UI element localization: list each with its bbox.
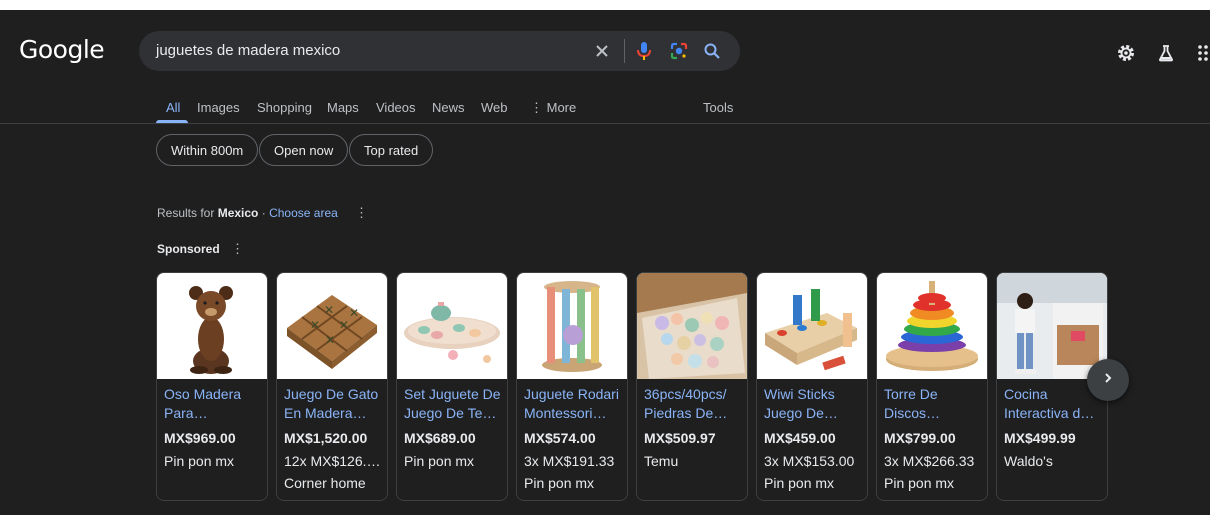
settings-icon[interactable] <box>1115 42 1137 64</box>
location-name: Mexico <box>217 206 259 220</box>
product-image-sticks[interactable] <box>757 273 867 379</box>
svg-text:✕: ✕ <box>349 306 359 320</box>
labs-icon[interactable] <box>1155 42 1177 64</box>
product-title[interactable]: Oso Madera Para… <box>164 385 264 423</box>
svg-text:✕: ✕ <box>324 303 334 317</box>
svg-text:✕: ✕ <box>310 318 320 332</box>
tab-maps[interactable]: Maps <box>327 100 359 115</box>
tools-button[interactable]: Tools <box>703 100 733 115</box>
product-price: MX$499.99 <box>1004 430 1076 446</box>
tab-web[interactable]: Web <box>481 100 508 115</box>
product-title[interactable]: Wiwi Sticks Juego De… <box>764 385 864 423</box>
product-title[interactable]: Torre De Discos… <box>884 385 984 423</box>
product-card[interactable]: Torre De Discos… MX$799.00 3x MX$266.33 P… <box>876 272 988 501</box>
location-menu-icon[interactable]: ⋮ <box>355 205 368 221</box>
tab-videos[interactable]: Videos <box>376 100 416 115</box>
product-card[interactable]: Oso Madera Para… MX$969.00 Pin pon mx <box>156 272 268 501</box>
product-price: MX$969.00 <box>164 430 236 446</box>
location-prefix: Results for <box>157 206 215 220</box>
product-title[interactable]: Juego De Gato En Madera… <box>284 385 384 423</box>
product-merchant: Pin pon mx <box>164 453 235 469</box>
chip-within-800m[interactable]: Within 800m <box>156 134 259 166</box>
mic-icon[interactable] <box>634 41 654 61</box>
chip-top-rated[interactable]: Top rated <box>349 134 434 166</box>
product-card[interactable]: Set Juguete De Juego De Te… MX$689.00 Pin… <box>396 272 508 501</box>
product-merchant: Pin pon mx <box>884 475 955 491</box>
product-card[interactable]: Juguete Rodari Montessori… MX$574.00 3x M… <box>516 272 628 501</box>
search-divider <box>624 39 625 63</box>
product-installments: 3x MX$266.33 <box>884 453 975 469</box>
product-price: MX$1,520.00 <box>284 430 368 446</box>
product-image-bear[interactable] <box>157 273 267 379</box>
product-merchant: Corner home <box>284 475 366 491</box>
product-merchant: Temu <box>644 453 679 469</box>
location-line: Results for Mexico · Choose area <box>157 206 338 220</box>
product-price: MX$459.00 <box>764 430 836 446</box>
tab-more[interactable]: ⋮ More <box>530 100 576 116</box>
apps-icon[interactable] <box>1193 42 1210 64</box>
tab-all[interactable]: All <box>166 100 180 115</box>
product-price: MX$574.00 <box>524 430 596 446</box>
product-image-stones[interactable] <box>637 273 747 379</box>
sponsored-menu-icon[interactable]: ⋮ <box>231 241 244 257</box>
carousel-next-button[interactable] <box>1087 359 1129 401</box>
product-installments: 12x MX$126.… <box>284 453 381 469</box>
sponsored-label: Sponsored <box>157 242 220 256</box>
product-merchant: Pin pon mx <box>524 475 595 491</box>
product-image-tea-set[interactable] <box>397 273 507 379</box>
chip-open-now[interactable]: Open now <box>259 134 349 166</box>
product-price: MX$689.00 <box>404 430 476 446</box>
search-icon[interactable] <box>702 41 722 61</box>
product-image-kitchen[interactable] <box>997 273 1107 379</box>
header-divider <box>0 123 1210 124</box>
tab-shopping[interactable]: Shopping <box>257 100 312 115</box>
product-merchant: Waldo's <box>1004 453 1053 469</box>
product-image-roller[interactable] <box>517 273 627 379</box>
product-price: MX$799.00 <box>884 430 956 446</box>
product-merchant: Pin pon mx <box>764 475 835 491</box>
product-card[interactable]: ✕ ✕ ✕ ✕ ✕ Juego De Gato En Madera… MX$1,5… <box>276 272 388 501</box>
product-price: MX$509.97 <box>644 430 716 446</box>
product-image-stacking-rings[interactable] <box>877 273 987 379</box>
lens-icon[interactable] <box>669 41 689 61</box>
product-installments: 3x MX$191.33 <box>524 453 615 469</box>
product-title[interactable]: Juguete Rodari Montessori… <box>524 385 624 423</box>
chevron-right-icon <box>1102 371 1114 389</box>
product-title[interactable]: 36pcs/40pcs/Piedras De… <box>644 385 744 423</box>
svg-text:✕: ✕ <box>339 318 349 332</box>
search-box[interactable]: juguetes de madera mexico <box>139 31 740 71</box>
svg-text:✕: ✕ <box>325 333 335 347</box>
tab-images[interactable]: Images <box>197 100 240 115</box>
clear-icon[interactable] <box>592 41 612 61</box>
results-page: Google juguetes de madera mexico All Ima… <box>0 10 1210 515</box>
product-image-tictactoe[interactable]: ✕ ✕ ✕ ✕ ✕ <box>277 273 387 379</box>
product-installments: 3x MX$153.00 <box>764 453 855 469</box>
product-title[interactable]: Set Juguete De Juego De Te… <box>404 385 504 423</box>
location-separator: · <box>261 206 266 220</box>
google-logo[interactable]: Google <box>19 35 105 64</box>
search-input[interactable]: juguetes de madera mexico <box>156 42 340 59</box>
product-card[interactable]: Wiwi Sticks Juego De… MX$459.00 3x MX$153… <box>756 272 868 501</box>
product-card[interactable]: 36pcs/40pcs/Piedras De… MX$509.97 Temu <box>636 272 748 501</box>
product-merchant: Pin pon mx <box>404 453 475 469</box>
choose-area-link[interactable]: Choose area <box>269 206 338 220</box>
tab-news[interactable]: News <box>432 100 465 115</box>
